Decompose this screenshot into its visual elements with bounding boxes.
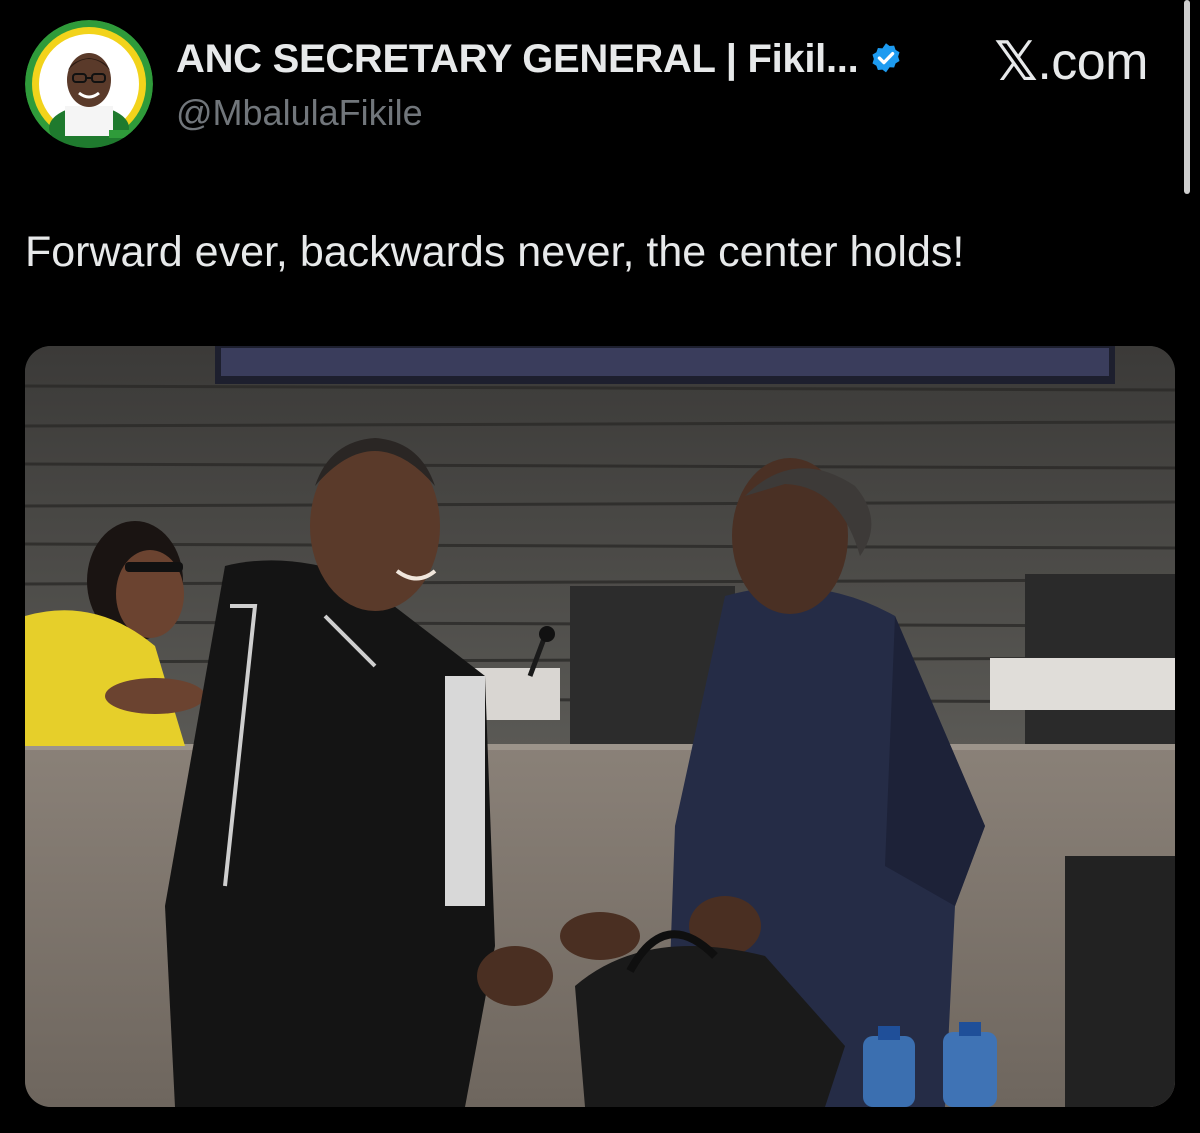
photo-icon	[25, 346, 1175, 1107]
brand-domain-suffix: .com	[1037, 32, 1148, 91]
author-name-row: ANC SECRETARY GENERAL | Fikil...	[176, 36, 946, 82]
x-com-logo: 𝕏 .com	[994, 30, 1148, 93]
scrollbar-thumb[interactable]	[1184, 0, 1190, 194]
verified-badge-icon[interactable]	[868, 41, 904, 77]
profile-avatar[interactable]	[25, 20, 153, 148]
author-display-name[interactable]: ANC SECRETARY GENERAL | Fikil...	[176, 37, 859, 82]
tweet-text: Forward ever, backwards never, the cente…	[25, 228, 965, 276]
tweet-author: ANC SECRETARY GENERAL | Fikil... @Mbalul…	[176, 36, 946, 134]
x-logo-icon: 𝕏	[994, 30, 1038, 93]
profile-avatar-icon	[25, 20, 153, 148]
tweet-photo[interactable]	[25, 346, 1175, 1107]
author-handle[interactable]: @MbalulaFikile	[176, 92, 946, 134]
